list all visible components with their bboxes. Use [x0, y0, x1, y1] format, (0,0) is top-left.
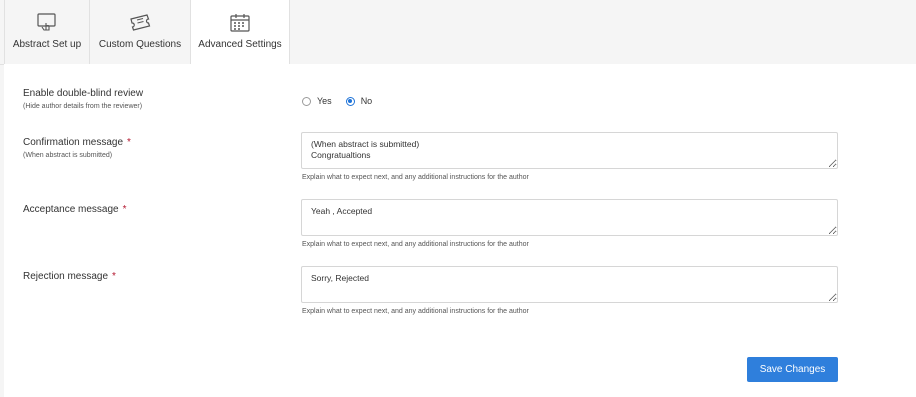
monitor-hand-icon	[37, 13, 56, 31]
tab-label: Abstract Set up	[12, 39, 82, 50]
double-blind-label: Enable double-blind review	[23, 88, 144, 99]
ticket-icon	[130, 14, 151, 31]
double-blind-sublabel: (Hide author details from the reviewer)	[23, 103, 143, 110]
confirmation-help-text: Explain what to expect next, and any add…	[302, 174, 529, 181]
required-mark: *	[112, 271, 116, 282]
confirmation-message-field[interactable]: (When abstract is submitted) Congratualt…	[301, 132, 838, 169]
tab-label: Custom Questions	[98, 39, 182, 50]
required-mark: *	[127, 137, 131, 148]
tab-abstract-setup[interactable]: Abstract Set up	[4, 0, 90, 64]
radio-yes[interactable]: Yes	[302, 96, 332, 106]
confirmation-label: Confirmation message *	[23, 137, 131, 148]
rejection-label: Rejection message *	[23, 271, 116, 282]
tab-advanced-settings[interactable]: Advanced Settings	[191, 0, 290, 65]
rejection-label-text: Rejection message	[23, 271, 109, 282]
tab-custom-questions[interactable]: Custom Questions	[90, 0, 191, 64]
radio-yes-label: Yes	[317, 96, 332, 106]
save-changes-button[interactable]: Save Changes	[747, 357, 838, 382]
confirmation-sublabel: (When abstract is submitted)	[23, 152, 113, 159]
required-mark: *	[122, 204, 127, 215]
radio-no-circle[interactable]	[345, 96, 355, 106]
double-blind-radio-group: Yes No	[302, 96, 372, 106]
acceptance-message-field[interactable]: Yeah , Accepted	[301, 199, 838, 236]
advanced-settings-panel: Enable double-blind review (Hide author …	[4, 64, 916, 397]
tab-bar: Abstract Set up Custom Questions Advance…	[0, 0, 916, 65]
confirmation-label-text: Confirmation message	[23, 137, 124, 148]
radio-no[interactable]: No	[345, 96, 373, 106]
acceptance-label-text: Acceptance message	[23, 204, 119, 215]
radio-no-label: No	[360, 96, 373, 106]
rejection-message-field[interactable]: Sorry, Rejected	[301, 266, 838, 303]
radio-yes-circle[interactable]	[302, 96, 311, 106]
acceptance-label: Acceptance message *	[23, 204, 127, 215]
tab-label: Advanced Settings	[198, 39, 282, 50]
calendar-icon	[230, 14, 250, 32]
rejection-help-text: Explain what to expect next, and any add…	[302, 308, 529, 315]
acceptance-help-text: Explain what to expect next, and any add…	[302, 241, 529, 248]
